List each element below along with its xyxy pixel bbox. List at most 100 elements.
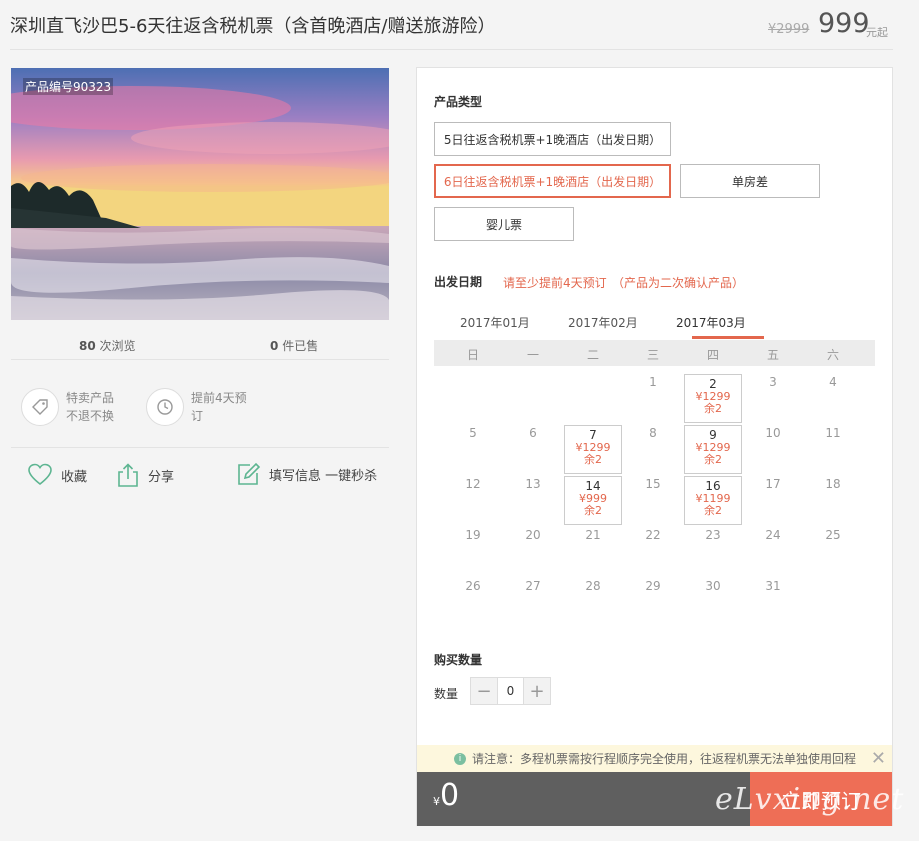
calendar-day: 3 bbox=[744, 374, 802, 423]
weekday-label: 五 bbox=[766, 348, 779, 362]
tab-month-jan[interactable]: 2017年01月 bbox=[460, 314, 530, 331]
tab-month-mar[interactable]: 2017年03月 bbox=[676, 314, 746, 331]
increase-button[interactable]: + bbox=[524, 678, 550, 704]
day-number: 23 bbox=[705, 528, 721, 542]
calendar-day[interactable]: 16 ¥1199 余2 bbox=[684, 476, 742, 525]
views-label: 次浏览 bbox=[99, 339, 136, 353]
fill-info-button[interactable]: 填写信息 一键秒杀 bbox=[236, 462, 377, 487]
currency-symbol: ¥ bbox=[433, 795, 440, 808]
calendar-day: 11 bbox=[804, 425, 862, 474]
quantity-value[interactable]: 0 bbox=[497, 678, 524, 704]
product-photo[interactable]: 产品编号90323 bbox=[11, 68, 389, 320]
day-number: 20 bbox=[525, 528, 541, 542]
calendar-day: 1 bbox=[624, 374, 682, 423]
share-label: 分享 bbox=[148, 469, 175, 485]
day-number: 29 bbox=[645, 579, 661, 593]
calendar-day: 15 bbox=[624, 476, 682, 525]
calendar-day[interactable]: 9 ¥1299 余2 bbox=[684, 425, 742, 474]
calendar-day: 28 bbox=[564, 578, 622, 627]
tab-month-feb[interactable]: 2017年02月 bbox=[568, 314, 638, 331]
stats-bar: 80 次浏览 0 件已售 bbox=[11, 320, 389, 360]
day-number: 21 bbox=[585, 528, 601, 542]
notice-bar: i 请注意：多程机票需按行程顺序完全使用，往返程机票无法单独使用回程 ✕ bbox=[417, 745, 892, 772]
calendar-day: 6 bbox=[504, 425, 562, 474]
calendar-day: 8 bbox=[624, 425, 682, 474]
weekday-label: 二 bbox=[586, 348, 599, 362]
original-price: ¥2999 bbox=[768, 22, 810, 37]
calendar-day: 4 bbox=[804, 374, 862, 423]
decrease-button[interactable]: − bbox=[471, 678, 497, 704]
day-number: 31 bbox=[765, 579, 781, 593]
heart-icon bbox=[28, 463, 52, 486]
day-number: 9 bbox=[709, 428, 717, 442]
favorite-button[interactable]: 收藏 bbox=[27, 462, 87, 488]
booking-panel: 产品类型 5日往返含税机票+1晚酒店（出发日期） 6日往返含税机票+1晚酒店（出… bbox=[416, 67, 893, 826]
calendar-day[interactable]: 7 ¥1299 余2 bbox=[564, 425, 622, 474]
day-number: 19 bbox=[465, 528, 481, 542]
option-single-room[interactable]: 单房差 bbox=[680, 164, 820, 198]
option-5-day[interactable]: 5日往返含税机票+1晚酒店（出发日期） bbox=[434, 122, 671, 156]
day-number: 1 bbox=[649, 375, 657, 389]
feature-line: 特卖产品 bbox=[66, 391, 115, 405]
confirm-note: （产品为二次确认产品） bbox=[612, 276, 745, 290]
close-icon[interactable]: ✕ bbox=[871, 748, 886, 769]
day-remaining: 余2 bbox=[584, 504, 602, 517]
calendar-day: 31 bbox=[744, 578, 802, 627]
calendar-day: 21 bbox=[564, 527, 622, 576]
day-number: 16 bbox=[705, 479, 721, 493]
option-infant-ticket[interactable]: 婴儿票 bbox=[434, 207, 574, 241]
day-number: 10 bbox=[765, 426, 781, 440]
tag-icon bbox=[21, 388, 59, 426]
feature-line: 提前4天预 bbox=[191, 391, 247, 405]
calendar-day: 25 bbox=[804, 527, 862, 576]
weekday-header: 日一二三四五六 bbox=[434, 340, 875, 366]
views-count: 80 bbox=[79, 339, 96, 353]
calendar-day: 26 bbox=[444, 578, 502, 627]
day-remaining: 余2 bbox=[584, 453, 602, 466]
sold-label: 件已售 bbox=[282, 339, 319, 353]
day-number: 12 bbox=[465, 477, 481, 491]
day-number: 18 bbox=[825, 477, 841, 491]
day-number: 17 bbox=[765, 477, 781, 491]
weekday-label: 三 bbox=[646, 348, 659, 362]
day-number: 24 bbox=[765, 528, 781, 542]
day-number: 8 bbox=[649, 426, 657, 440]
share-icon bbox=[118, 463, 138, 487]
feature-row: 特卖产品 不退不换 提前4天预 订 bbox=[11, 380, 389, 448]
active-month-indicator bbox=[692, 336, 764, 339]
share-button[interactable]: 分享 bbox=[116, 462, 174, 488]
calendar-day: 29 bbox=[624, 578, 682, 627]
day-remaining: 余2 bbox=[704, 504, 722, 517]
calendar-day[interactable]: 2 ¥1299 余2 bbox=[684, 374, 742, 423]
quantity-stepper[interactable]: − 0 + bbox=[470, 677, 551, 705]
calendar-day: 18 bbox=[804, 476, 862, 525]
calendar-day: 13 bbox=[504, 476, 562, 525]
calendar-day: 19 bbox=[444, 527, 502, 576]
day-number: 2 bbox=[709, 377, 717, 391]
day-remaining: 余2 bbox=[704, 453, 722, 466]
advance-note: 请至少提前4天预订 bbox=[503, 276, 607, 290]
day-number: 13 bbox=[525, 477, 541, 491]
calendar-day[interactable]: 14 ¥999 余2 bbox=[564, 476, 622, 525]
product-code: 产品编号90323 bbox=[23, 78, 114, 95]
feature-line: 不退不换 bbox=[66, 409, 115, 423]
favorite-label: 收藏 bbox=[61, 469, 88, 485]
calendar-day: 27 bbox=[504, 578, 562, 627]
total-price: ¥0 bbox=[433, 778, 459, 813]
day-number: 5 bbox=[469, 426, 477, 440]
info-icon: i bbox=[454, 752, 466, 765]
calendar-day: 20 bbox=[504, 527, 562, 576]
beach-sunset-image bbox=[11, 68, 389, 320]
day-number: 3 bbox=[769, 375, 777, 389]
day-number: 14 bbox=[585, 479, 601, 493]
feature-no-refund: 特卖产品 不退不换 bbox=[21, 388, 114, 426]
book-now-button[interactable]: 立即预订 bbox=[750, 772, 892, 826]
month-tabs: 2017年01月 2017年02月 2017年03月 bbox=[434, 314, 875, 340]
weekday-label: 日 bbox=[466, 348, 479, 362]
day-number: 27 bbox=[525, 579, 541, 593]
product-title: 深圳直飞沙巴5-6天往返含税机票（含首晚酒店/赠送旅游险） bbox=[10, 16, 496, 37]
price-unit: 元起 bbox=[866, 26, 888, 39]
option-6-day[interactable]: 6日往返含税机票+1晚酒店（出发日期） bbox=[434, 164, 671, 198]
day-number: 6 bbox=[529, 426, 537, 440]
title-bar: 深圳直飞沙巴5-6天往返含税机票（含首晚酒店/赠送旅游险） ¥2999 999 … bbox=[10, 0, 893, 50]
